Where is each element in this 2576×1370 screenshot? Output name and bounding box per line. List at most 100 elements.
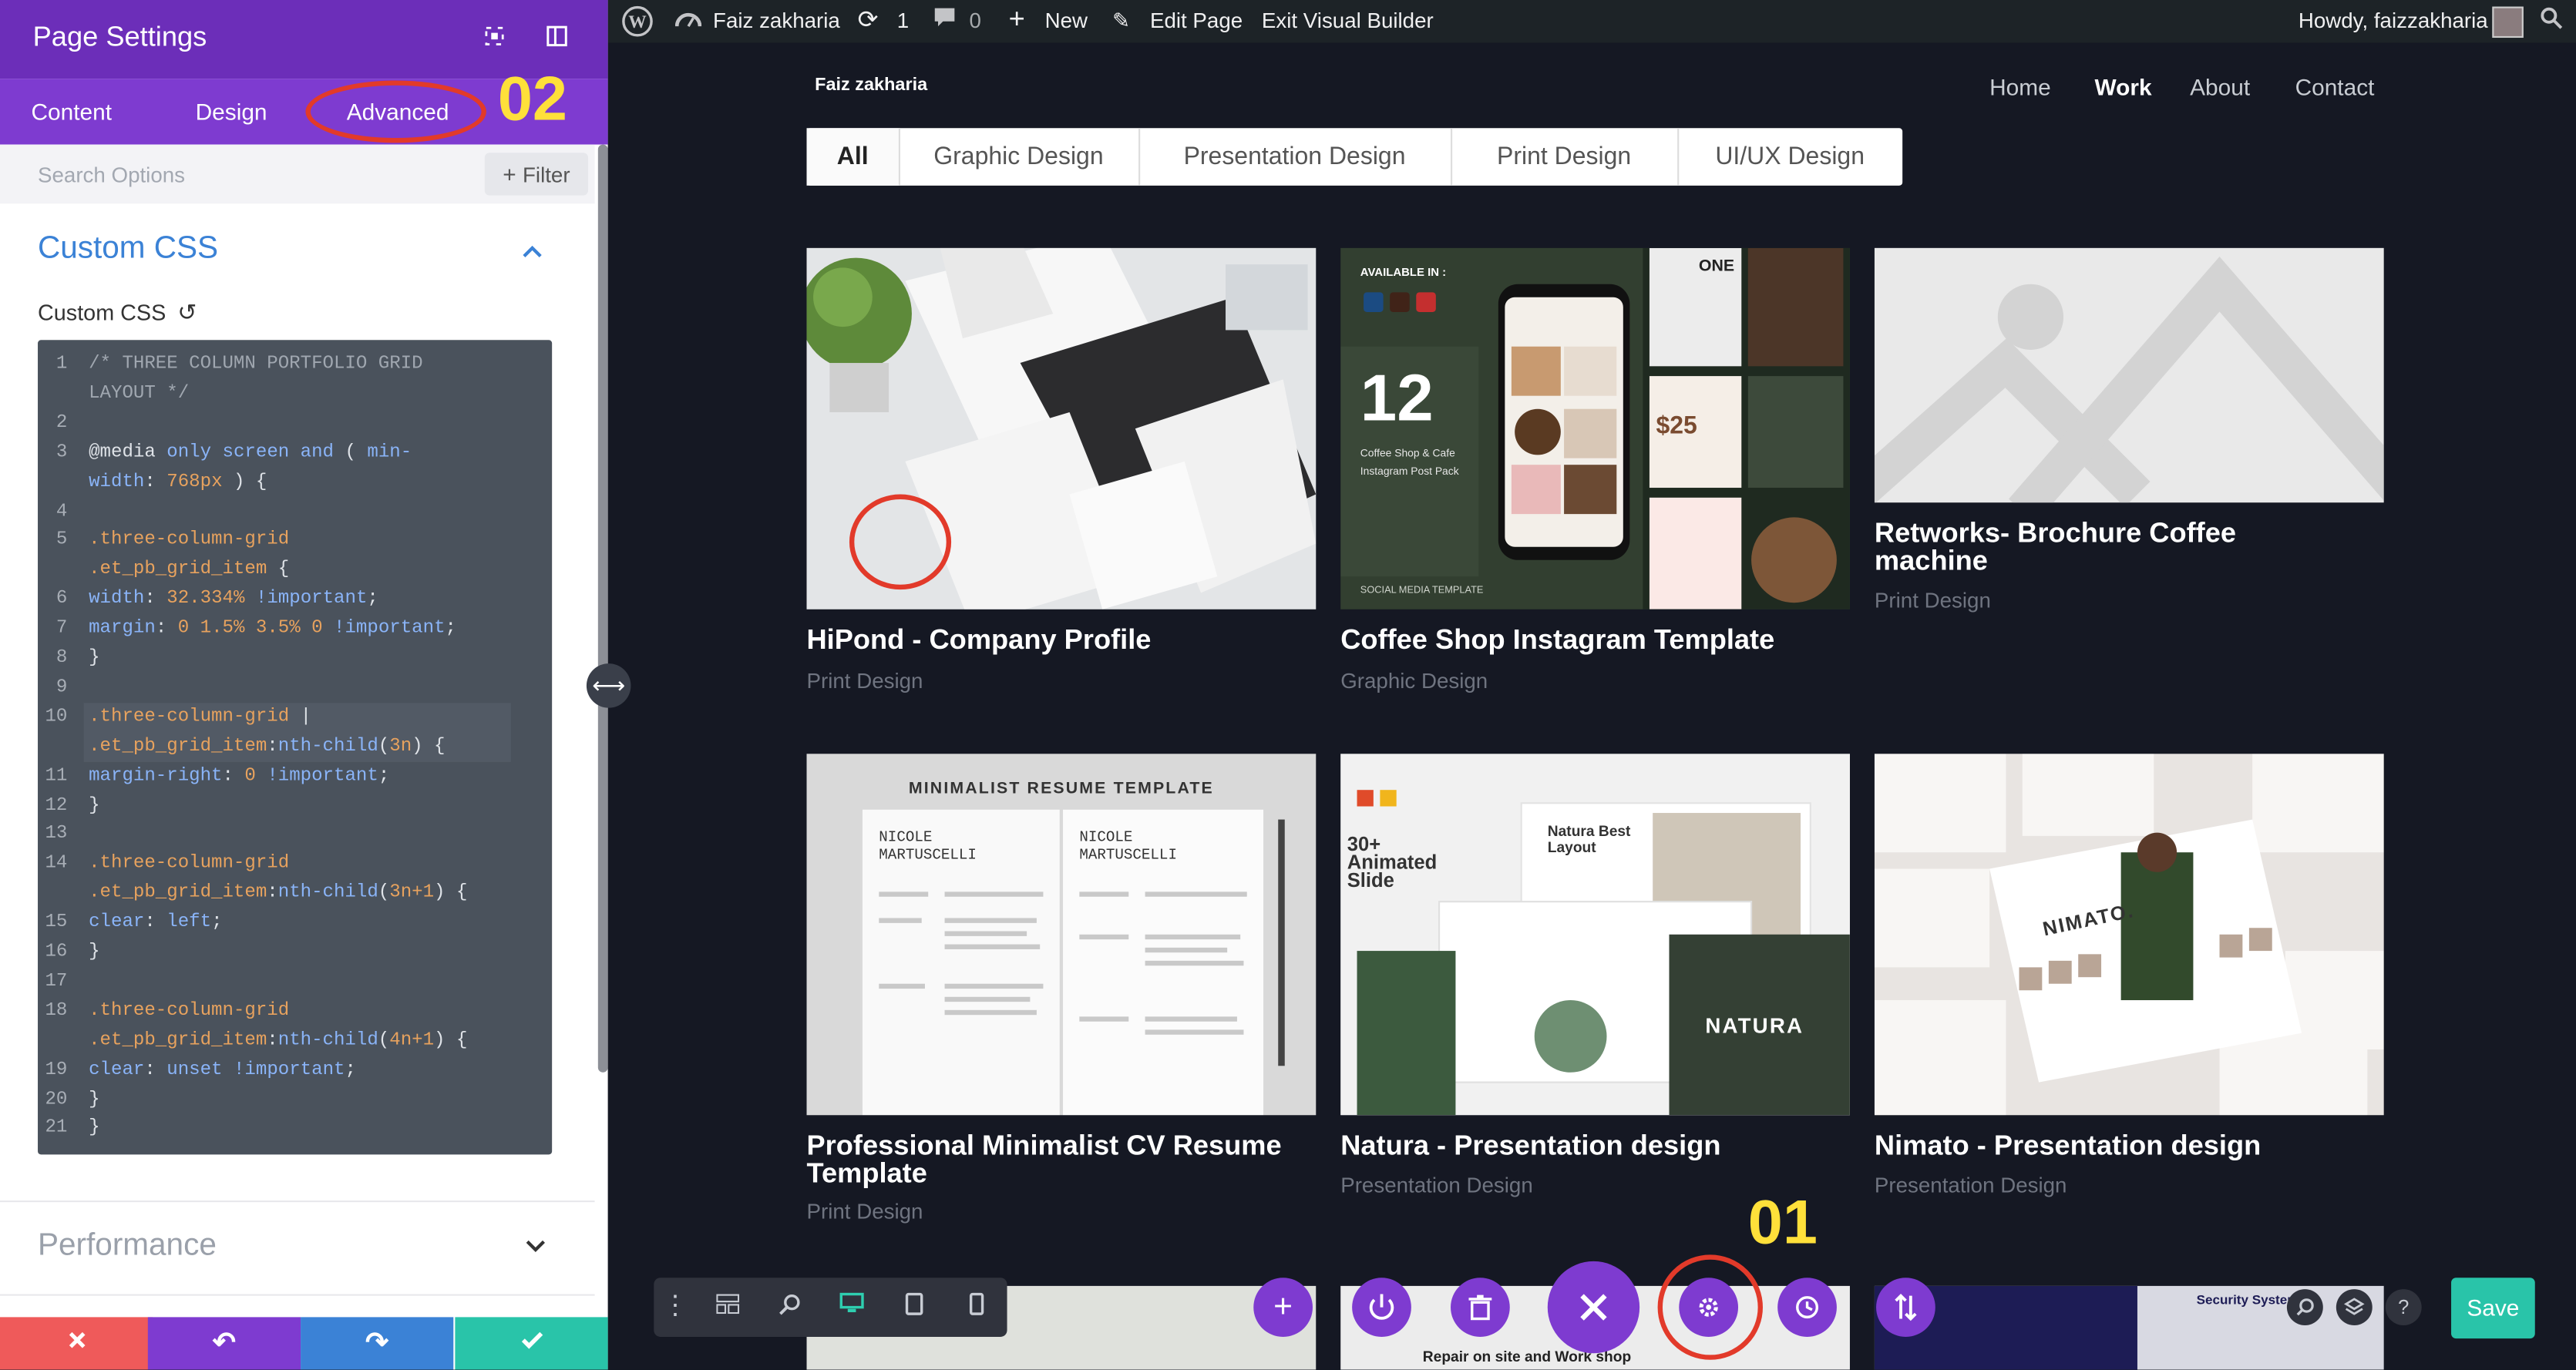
line-number: 12	[45, 795, 68, 816]
comments-icon[interactable]	[933, 7, 957, 35]
line-number: 3	[55, 442, 68, 463]
nav-about[interactable]: About	[2190, 74, 2250, 100]
custom-css-code-editor[interactable]: 1 /* THREE COLUMN PORTFOLIO GRID LAYOUT */…	[38, 340, 553, 1155]
line-number: 8	[55, 648, 68, 669]
builder-view-toolbar: ⋮	[654, 1278, 1007, 1337]
clear-layout-button[interactable]	[1451, 1278, 1510, 1337]
edit-page-link[interactable]: Edit Page	[1150, 8, 1243, 33]
project-thumbnail-hipond[interactable]	[806, 247, 1317, 609]
power-button[interactable]	[1352, 1278, 1411, 1337]
code-token: :	[222, 766, 245, 787]
line-number: 16	[45, 942, 68, 963]
howdy-account-link[interactable]: Howdy, faizzakharia	[2299, 8, 2488, 33]
search-icon[interactable]	[2540, 7, 2563, 35]
code-token: (	[378, 1030, 390, 1051]
tab-design[interactable]: Design	[196, 99, 267, 125]
code-token: !important	[222, 1060, 345, 1080]
project-thumbnail-natura[interactable]: 30+ Animated Slide Natura Best Layout NA…	[1340, 754, 1850, 1116]
search-modules-button[interactable]	[2286, 1289, 2323, 1326]
save-button[interactable]: Save	[2451, 1278, 2535, 1339]
natura-word-text: NATURA	[1705, 1013, 1804, 1039]
chevron-up-icon[interactable]	[523, 237, 543, 263]
site-name-link[interactable]: Faiz zakharia	[713, 8, 840, 33]
code-token: {	[267, 560, 290, 581]
chevron-down-icon[interactable]	[526, 1232, 546, 1258]
comments-count[interactable]: 0	[970, 8, 981, 33]
filter-graphic-design[interactable]: Graphic Design	[899, 128, 1141, 186]
add-module-button[interactable]: +	[1253, 1278, 1313, 1337]
project-category-resume: Print Design	[806, 1198, 923, 1224]
updates-icon[interactable]: ⟳	[858, 5, 879, 35]
avatar[interactable]	[2492, 6, 2524, 39]
image-placeholder-icon	[1874, 247, 2384, 503]
desktop-view-icon[interactable]	[836, 1292, 866, 1321]
line-number: 15	[45, 913, 68, 933]
filter-uiux-design[interactable]: UI/UX Design	[1677, 128, 1902, 186]
project-title-coffee-shop[interactable]: Coffee Shop Instagram Template	[1340, 626, 1850, 653]
project-title-retworks[interactable]: Retworks- Brochure Coffee machine	[1875, 519, 2335, 575]
code-token: ) {	[434, 1030, 468, 1051]
history-button[interactable]	[1777, 1278, 1837, 1337]
zoom-icon[interactable]	[775, 1292, 805, 1321]
project-thumbnail-coffee-shop[interactable]: AVAILABLE IN : 12 Coffee Shop & Cafe Ins…	[1340, 247, 1850, 609]
filter-button[interactable]: + Filter	[484, 153, 589, 196]
highlight-circle	[849, 494, 952, 590]
code-token: margin	[89, 619, 156, 640]
coffee-one-text: ONE	[1698, 257, 1735, 277]
project-thumbnail-nimato[interactable]: NIMATO.	[1874, 754, 2384, 1116]
project-title-hipond[interactable]: HiPond - Company Profile	[807, 626, 1317, 653]
filter-all[interactable]: All	[806, 128, 901, 186]
search-options-input[interactable]	[0, 144, 477, 204]
project-title-nimato[interactable]: Nimato - Presentation design	[1875, 1132, 2384, 1160]
close-settings-button[interactable]	[1547, 1261, 1640, 1354]
highlight-circle	[305, 80, 486, 143]
reset-icon[interactable]: ↺	[177, 299, 197, 327]
redo-button[interactable]: ↷	[301, 1317, 454, 1370]
site-logo[interactable]: Faiz zakharia	[815, 76, 927, 96]
tab-content[interactable]: Content	[31, 99, 112, 125]
coffee-number-text: 12	[1360, 363, 1434, 435]
new-link[interactable]: New	[1045, 8, 1088, 33]
more-options-icon[interactable]: ⋮	[661, 1292, 690, 1321]
wordpress-logo-icon[interactable]: W	[621, 5, 654, 42]
tablet-view-icon[interactable]	[899, 1292, 928, 1321]
snap-sidebar-icon[interactable]	[543, 25, 570, 51]
save-changes-button[interactable]	[455, 1317, 608, 1370]
step-01-label: 01	[1747, 1189, 1818, 1258]
plus-icon[interactable]: +	[1009, 3, 1025, 36]
updates-count[interactable]: 1	[897, 8, 909, 33]
wireframe-view-icon[interactable]	[713, 1292, 742, 1321]
layers-button[interactable]	[2336, 1289, 2373, 1326]
code-line: }	[89, 649, 99, 669]
code-token: }	[89, 942, 100, 963]
nav-home[interactable]: Home	[1989, 74, 2051, 100]
project-thumbnail-placeholder[interactable]	[1874, 247, 2384, 503]
code-token: /* THREE COLUMN PORTFOLIO GRID	[89, 354, 423, 374]
code-token: .three-column-grid	[89, 531, 290, 551]
undo-button[interactable]: ↶	[147, 1317, 301, 1370]
panel-scrollbar[interactable]	[597, 144, 608, 1073]
help-button[interactable]: ?	[2385, 1289, 2422, 1326]
search-icon	[2296, 1298, 2314, 1316]
line-number: 4	[55, 502, 68, 522]
resize-handle-icon[interactable]: ⟷	[586, 663, 631, 708]
divider	[0, 1200, 595, 1203]
project-thumbnail-resume[interactable]: MINIMALIST RESUME TEMPLATE NICOLE MARTUS…	[806, 754, 1317, 1116]
phone-view-icon[interactable]	[961, 1292, 990, 1321]
performance-section-toggle[interactable]: Performance	[38, 1228, 217, 1264]
fullscreen-icon[interactable]	[482, 25, 508, 51]
nav-contact[interactable]: Contact	[2295, 74, 2375, 100]
custom-css-section-toggle[interactable]: Custom CSS	[38, 232, 218, 268]
portability-button[interactable]	[1876, 1278, 1935, 1337]
code-line: clear: left;	[89, 913, 222, 933]
close-icon	[68, 1331, 85, 1348]
discard-button[interactable]	[0, 1317, 153, 1370]
code-token: ) {	[434, 884, 468, 904]
code-token: }	[89, 795, 100, 816]
nav-work[interactable]: Work	[2095, 74, 2152, 100]
project-title-natura[interactable]: Natura - Presentation design	[1340, 1132, 1850, 1160]
project-title-resume[interactable]: Professional Minimalist CV Resume Templa…	[807, 1132, 1317, 1187]
exit-visual-builder-link[interactable]: Exit Visual Builder	[1262, 8, 1434, 33]
filter-presentation-design[interactable]: Presentation Design	[1138, 128, 1453, 186]
filter-print-design[interactable]: Print Design	[1451, 128, 1680, 186]
